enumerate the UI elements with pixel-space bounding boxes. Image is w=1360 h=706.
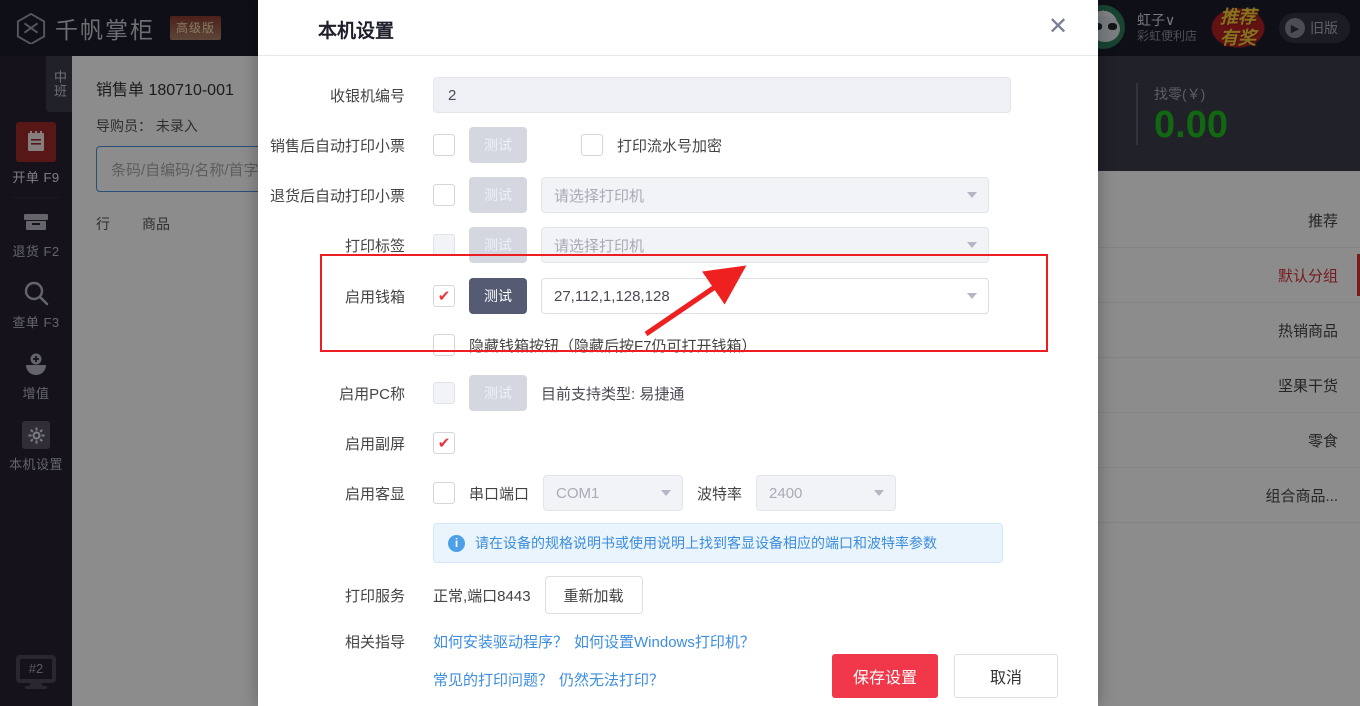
guide-link-common-issues[interactable]: 常见的打印问题？ <box>433 669 553 690</box>
row-print-service: 打印服务 正常,端口8443 重新加载 <box>258 568 1098 622</box>
label-guides: 相关指导 <box>258 631 433 652</box>
local-settings-dialog: 本机设置 ✕ 收银机编号 2 销售后自动打印小票 测试 打印流水号加密 <box>258 0 1098 706</box>
info-icon: i <box>448 535 465 552</box>
baud-rate-select[interactable]: 2400 <box>756 475 896 511</box>
chevron-down-icon <box>661 490 671 496</box>
label-auto-print-return: 退货后自动打印小票 <box>258 185 433 206</box>
row-hide-drawer-button: 隐藏钱箱按钮（隐藏后按F7仍可打开钱箱） <box>258 322 1098 368</box>
label-auto-print-sale: 销售后自动打印小票 <box>258 135 433 156</box>
chevron-down-icon <box>967 192 977 198</box>
print-label-test-button[interactable]: 测试 <box>469 227 527 263</box>
cash-drawer-code-value: 27,112,1,128,128 <box>554 288 670 305</box>
row-auto-print-return: 退货后自动打印小票 测试 请选择打印机 <box>258 170 1098 220</box>
dialog-body: 收银机编号 2 销售后自动打印小票 测试 打印流水号加密 退货后自动打印小票 <box>258 56 1098 698</box>
enable-pc-note: 目前支持类型: 易捷通 <box>541 383 684 404</box>
tip-text: 请在设备的规格说明书或使用说明上找到客显设备相应的端口和波特率参数 <box>475 533 937 553</box>
auto-print-sale-checkbox[interactable] <box>433 134 455 156</box>
baud-rate-label: 波特率 <box>697 483 742 504</box>
enable-pc-test-button[interactable]: 测试 <box>469 375 527 411</box>
close-icon[interactable]: ✕ <box>1042 12 1074 44</box>
row-auto-print-sale: 销售后自动打印小票 测试 打印流水号加密 <box>258 120 1098 170</box>
label-printer-select[interactable]: 请选择打印机 <box>541 227 989 263</box>
chevron-down-icon <box>874 490 884 496</box>
cash-drawer-test-button[interactable]: 测试 <box>469 278 527 314</box>
customer-display-tip: i 请在设备的规格说明书或使用说明上找到客显设备相应的端口和波特率参数 <box>433 523 1003 563</box>
hide-drawer-button-label: 隐藏钱箱按钮（隐藏后按F7仍可打开钱箱） <box>469 335 757 356</box>
label-enable-pc: 启用PC称 <box>258 383 433 404</box>
serial-port-value: COM1 <box>556 485 599 502</box>
row-cash-drawer: 启用钱箱 测试 27,112,1,128,128 <box>258 270 1098 322</box>
cash-drawer-code-select[interactable]: 27,112,1,128,128 <box>541 278 989 314</box>
row-enable-pc: 启用PC称 测试 目前支持类型: 易捷通 <box>258 368 1098 418</box>
row-enable-customer-display: 启用客显 串口端口 COM1 波特率 2400 <box>258 468 1098 518</box>
save-button[interactable]: 保存设置 <box>832 654 938 698</box>
cash-drawer-checkbox[interactable] <box>433 285 455 307</box>
guide-link-windows-printer[interactable]: 如何设置Windows打印机？ <box>574 631 755 652</box>
dialog-header: 本机设置 ✕ <box>258 0 1098 56</box>
encrypt-serial-checkbox[interactable] <box>581 134 603 156</box>
reload-print-service-button[interactable]: 重新加载 <box>545 576 643 614</box>
row-enable-sub-screen: 启用副屏 <box>258 418 1098 468</box>
chevron-down-icon <box>967 293 977 299</box>
cancel-button[interactable]: 取消 <box>954 654 1058 698</box>
return-printer-select[interactable]: 请选择打印机 <box>541 177 989 213</box>
label-cash-drawer: 启用钱箱 <box>258 286 433 307</box>
row-register-no: 收银机编号 2 <box>258 70 1098 120</box>
baud-rate-value: 2400 <box>769 485 802 502</box>
label-register-no: 收银机编号 <box>258 85 433 106</box>
label-enable-sub-screen: 启用副屏 <box>258 433 433 454</box>
label-enable-customer-display: 启用客显 <box>258 483 433 504</box>
serial-port-select[interactable]: COM1 <box>543 475 683 511</box>
auto-print-return-test-button[interactable]: 测试 <box>469 177 527 213</box>
enable-sub-screen-checkbox[interactable] <box>433 432 455 454</box>
label-print-service: 打印服务 <box>258 585 433 606</box>
print-service-status: 正常,端口8443 <box>433 585 531 606</box>
guide-link-still-cannot-print[interactable]: 仍然无法打印？ <box>559 669 664 690</box>
register-no-input[interactable]: 2 <box>433 77 1011 113</box>
row-print-label: 打印标签 测试 请选择打印机 <box>258 220 1098 270</box>
label-print-label: 打印标签 <box>258 235 433 256</box>
guide-link-install-driver[interactable]: 如何安装驱动程序？ <box>433 631 568 652</box>
print-label-checkbox[interactable] <box>433 234 455 256</box>
encrypt-serial-label: 打印流水号加密 <box>617 135 722 156</box>
dialog-title: 本机设置 <box>318 16 394 43</box>
return-printer-value: 请选择打印机 <box>554 185 644 206</box>
serial-port-label: 串口端口 <box>469 483 529 504</box>
screen: 千帆掌柜 高级版 0 ♛ 虹子∨ 彩虹便利店 推荐 有奖 <box>0 0 1360 706</box>
auto-print-return-checkbox[interactable] <box>433 184 455 206</box>
enable-customer-display-checkbox[interactable] <box>433 482 455 504</box>
chevron-down-icon <box>967 242 977 248</box>
dialog-footer: 保存设置 取消 <box>832 654 1058 698</box>
enable-pc-checkbox[interactable] <box>433 382 455 404</box>
auto-print-sale-test-button[interactable]: 测试 <box>469 127 527 163</box>
label-printer-value: 请选择打印机 <box>554 235 644 256</box>
hide-drawer-button-checkbox[interactable] <box>433 334 455 356</box>
row-tip: i 请在设备的规格说明书或使用说明上找到客显设备相应的端口和波特率参数 <box>258 518 1098 568</box>
